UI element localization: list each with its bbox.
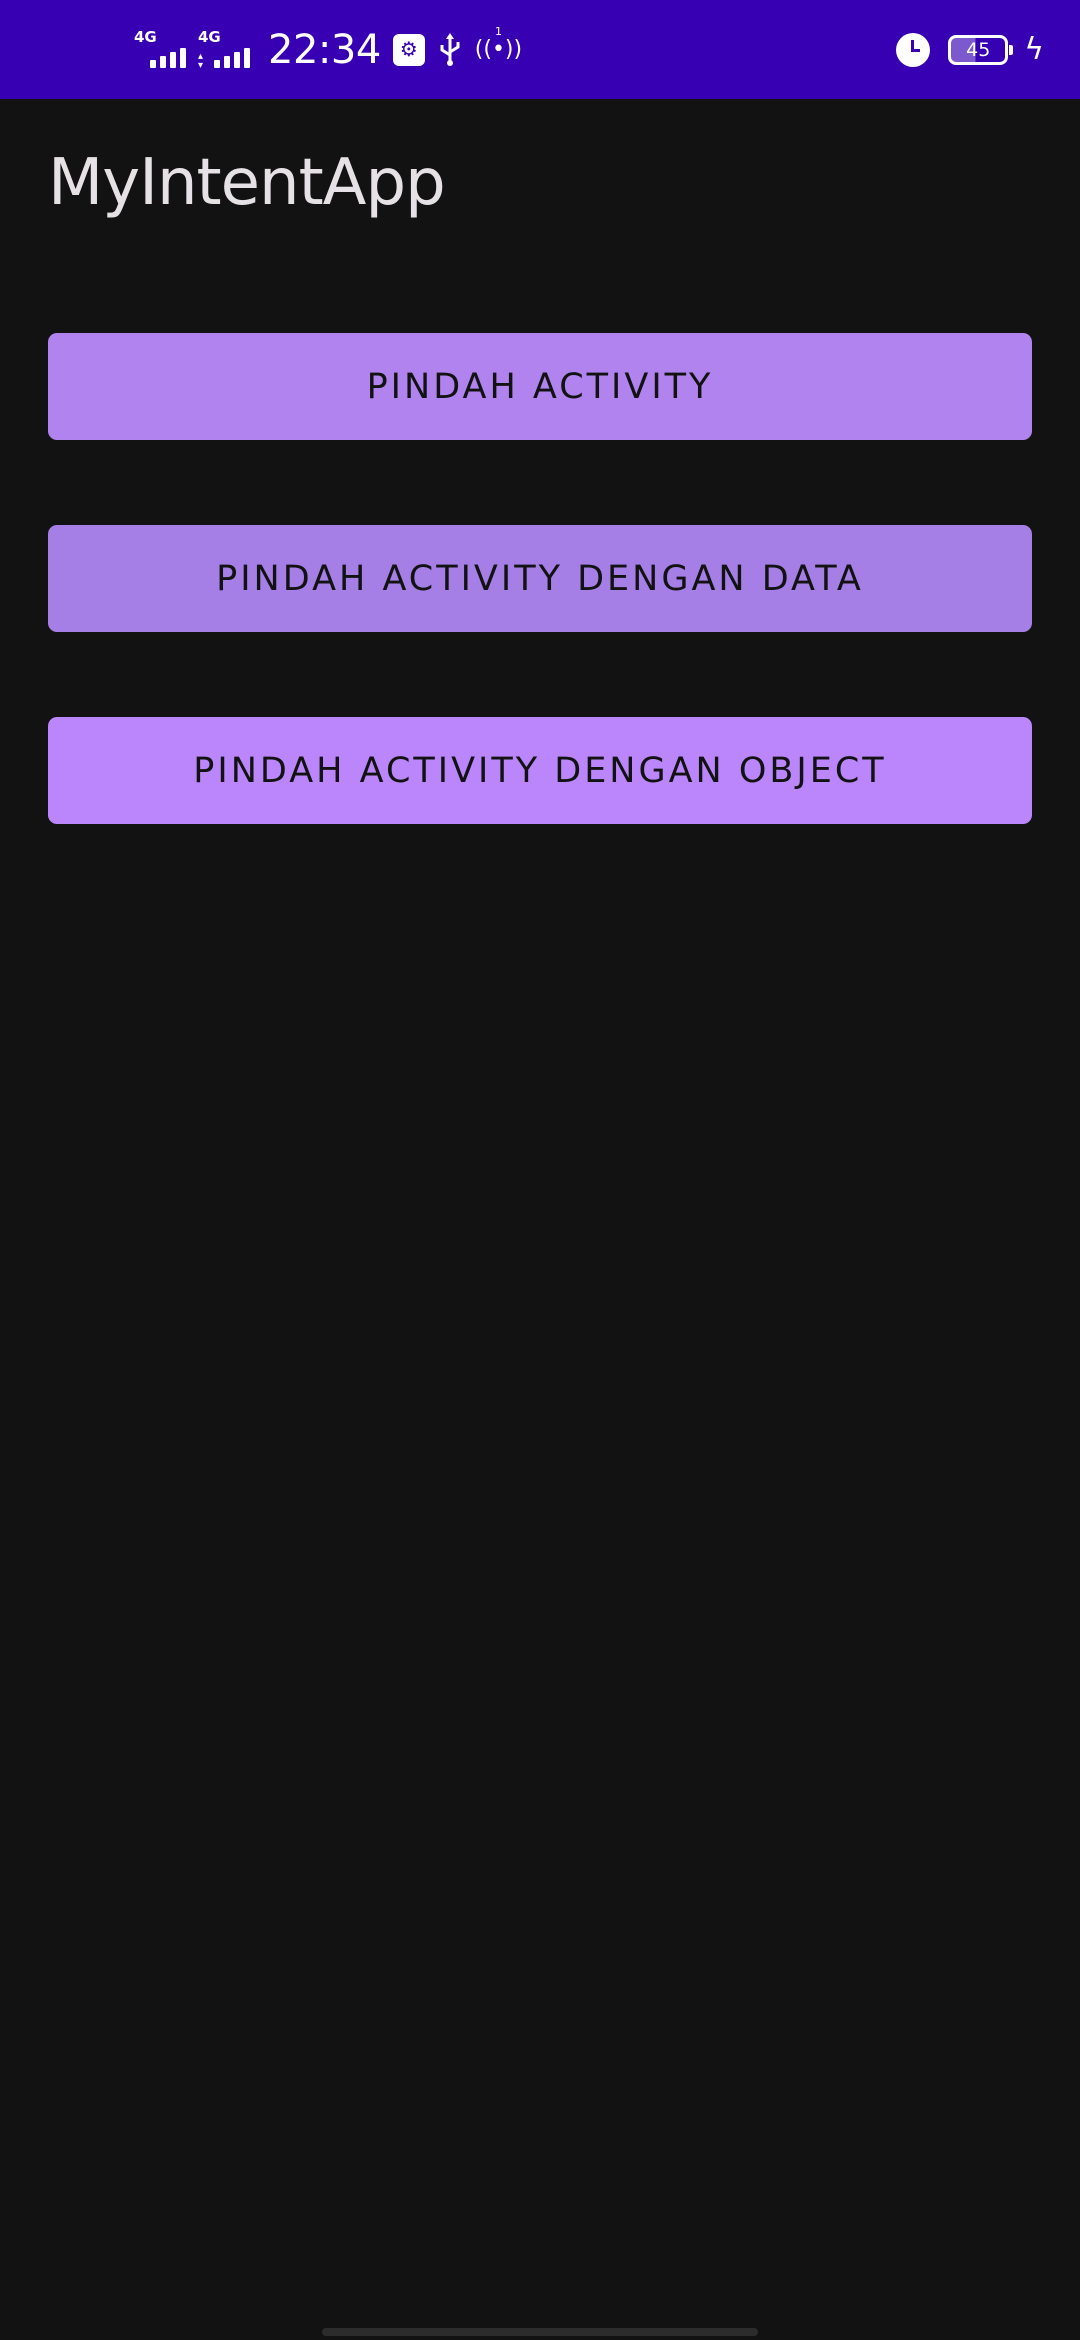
charging-icon: ϟ xyxy=(1024,32,1044,67)
app-title: MyIntentApp xyxy=(48,146,446,220)
pindah-activity-dengan-data-button[interactable]: PINDAH ACTIVITY DENGAN DATA xyxy=(48,525,1032,632)
sim1-signal-icon: 4G xyxy=(134,27,190,70)
sim2-network-label: 4G xyxy=(198,27,221,46)
data-activity-icon: ▴ ▾ xyxy=(198,50,204,71)
battery-icon: 45 xyxy=(948,34,1014,65)
battery-level: 45 xyxy=(966,38,991,61)
usb-icon xyxy=(439,32,461,67)
screen: 4G 4G ▴ ▾ 22:34 ⚙ 1 ((•)) 45 ϟ MyIntentA… xyxy=(0,0,1080,2340)
alarm-icon xyxy=(896,32,931,67)
hotspot-count: 1 xyxy=(494,25,502,38)
hotspot-icon: 1 ((•)) xyxy=(474,25,523,62)
navigation-gesture-handle[interactable] xyxy=(322,2328,758,2336)
status-bar-right: 45 ϟ xyxy=(896,0,1044,99)
status-bar-left: 4G 4G ▴ ▾ 22:34 ⚙ 1 ((•)) xyxy=(134,0,536,99)
usb-settings-icon: ⚙ xyxy=(392,33,425,66)
clock: 22:34 xyxy=(268,26,381,73)
pindah-activity-button[interactable]: PINDAH ACTIVITY xyxy=(48,333,1032,440)
status-bar: 4G 4G ▴ ▾ 22:34 ⚙ 1 ((•)) 45 ϟ xyxy=(0,0,1080,99)
sim2-signal-icon: 4G ▴ ▾ xyxy=(198,27,254,71)
pindah-activity-dengan-object-button[interactable]: PINDAH ACTIVITY DENGAN OBJECT xyxy=(48,717,1032,824)
sim1-network-label: 4G xyxy=(134,27,157,46)
